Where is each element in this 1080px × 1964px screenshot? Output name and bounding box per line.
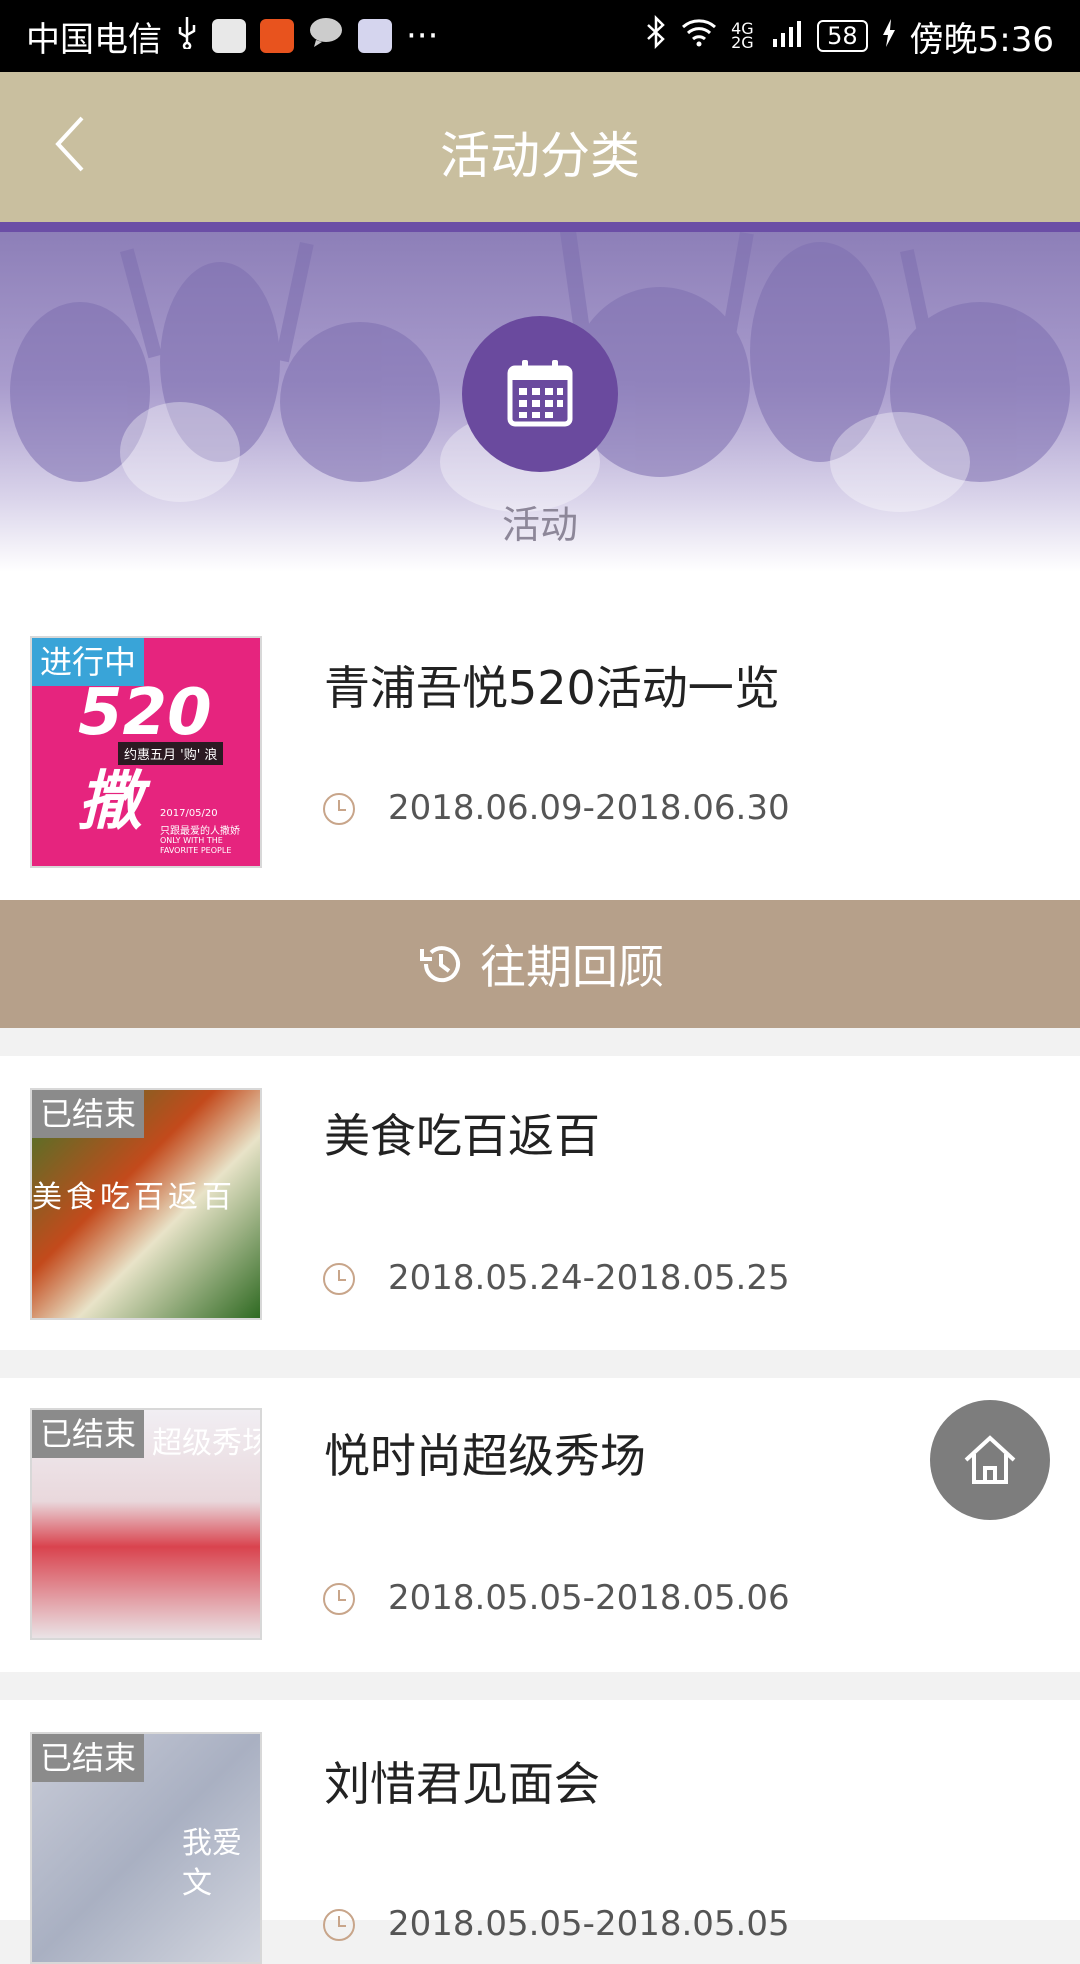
thumb-date-line: 2017/05/20 [160, 808, 218, 819]
nav-bar: 活动分类 [0, 72, 1080, 222]
history-icon [420, 946, 460, 983]
carrier-label: 中国电信 [26, 19, 162, 60]
event-date: 2018.06.09-2018.06.30 [388, 788, 790, 828]
past-review-label: 往期回顾 [480, 940, 664, 994]
clock-icon [323, 1909, 355, 1941]
event-title: 悦时尚超级秀场 [324, 1429, 646, 1483]
more-notifications: ··· [406, 16, 439, 56]
category-label: 活动 [501, 503, 578, 547]
status-badge: 已结束 [32, 1410, 145, 1458]
status-right: 4G 2G 58 傍晚5:36 [645, 12, 1054, 61]
category-banner: 活动 [0, 232, 1080, 572]
signal-icon [773, 16, 803, 56]
event-thumbnail: 超级秀场 已结束 [30, 1408, 262, 1640]
event-thumbnail: 520撒 约惠五月 '购' 浪 2017/05/20 只跟最爱的人撒娇 ONLY… [30, 636, 262, 868]
status-badge: 已结束 [32, 1734, 145, 1782]
battery-level: 58 [817, 20, 868, 52]
past-event-card[interactable]: 超级秀场 已结束 悦时尚超级秀场 2018.05.05-2018.05.06 [0, 1378, 1080, 1672]
status-left: 中国电信 ··· [26, 12, 438, 61]
event-date: 2018.05.05-2018.05.06 [388, 1578, 790, 1618]
charging-icon [882, 16, 896, 56]
event-date: 2018.05.24-2018.05.25 [388, 1258, 790, 1298]
status-bar: 中国电信 ··· 4G 2G 58 傍晚5:36 [0, 0, 1080, 72]
thumb-text: 美食吃百返百 [32, 1180, 236, 1215]
video-app-icon [260, 19, 294, 53]
thumb-text: 我爱文 [182, 1826, 242, 1901]
event-thumbnail: 我爱文 已结束 [30, 1732, 262, 1964]
thumb-text: 超级秀场 [152, 1426, 262, 1461]
home-icon [964, 1435, 1016, 1484]
past-event-card[interactable]: 我爱文 已结束 刘惜君见面会 2018.05.05-2018.05.05 [0, 1700, 1080, 1964]
maps-app-icon [212, 19, 246, 53]
current-event-card[interactable]: 520撒 约惠五月 '购' 浪 2017/05/20 只跟最爱的人撒娇 ONLY… [0, 572, 1080, 900]
network-type: 4G 2G [731, 19, 754, 52]
event-title: 青浦吾悦520活动一览 [324, 661, 780, 715]
calendar-icon [507, 360, 573, 427]
status-badge: 进行中 [32, 638, 145, 686]
usb-icon [176, 15, 198, 58]
bluetooth-icon [645, 14, 667, 58]
page-title: 活动分类 [440, 127, 640, 185]
browser-app-icon [358, 19, 392, 53]
clock-icon [323, 793, 355, 825]
past-event-card[interactable]: 美食吃百返百 已结束 美食吃百返百 2018.05.24-2018.05.25 [0, 1056, 1080, 1350]
event-title: 刘惜君见面会 [324, 1757, 600, 1811]
category-icon-circle [462, 316, 618, 472]
thumb-tagline: 只跟最爱的人撒娇 [160, 826, 240, 837]
status-badge: 已结束 [32, 1090, 145, 1138]
chat-app-icon [308, 16, 344, 57]
event-thumbnail: 美食吃百返百 已结束 [30, 1088, 262, 1320]
event-date: 2018.05.05-2018.05.05 [388, 1904, 790, 1944]
nav-divider [0, 222, 1080, 232]
home-button[interactable] [930, 1400, 1050, 1520]
past-review-header: 往期回顾 [0, 900, 1080, 1028]
thumb-sub-text: 约惠五月 '购' 浪 [118, 742, 224, 765]
wifi-icon [681, 16, 717, 56]
clock-icon [323, 1263, 355, 1295]
event-title: 美食吃百返百 [324, 1109, 600, 1163]
thumb-tagline-en: ONLY WITH THE FAVORITE PEOPLE [160, 836, 232, 855]
clock-icon [323, 1583, 355, 1615]
clock-time: 傍晚5:36 [909, 19, 1054, 60]
